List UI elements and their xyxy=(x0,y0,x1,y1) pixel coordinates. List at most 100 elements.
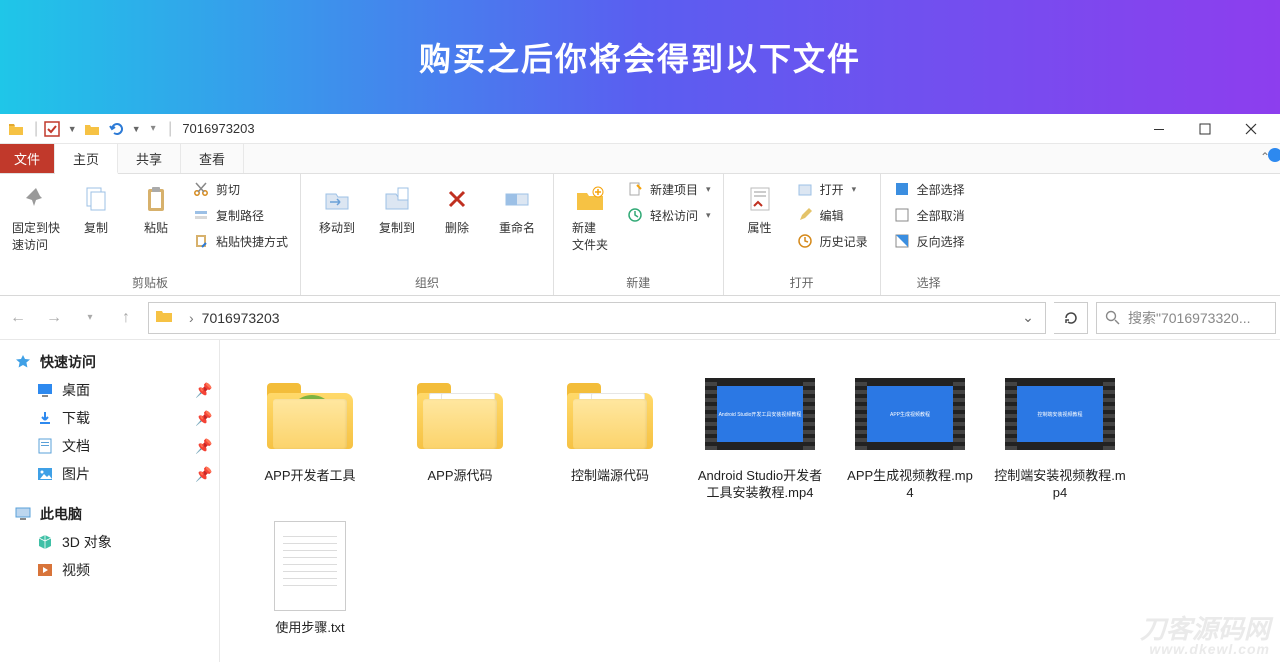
close-button[interactable] xyxy=(1228,114,1274,144)
select-none-button[interactable]: 全部取消 xyxy=(889,204,969,226)
invert-selection-button[interactable]: 反向选择 xyxy=(889,230,969,252)
file-name: APP生成视频教程.mp4 xyxy=(844,468,976,502)
edit-icon xyxy=(796,206,814,224)
refresh-button[interactable] xyxy=(1054,302,1088,334)
nav-recent-button[interactable]: ▾ xyxy=(76,304,104,332)
nav-forward-button[interactable]: → xyxy=(40,304,68,332)
file-grid[interactable]: APP开发者工具 APP源代码 控制端源代码 Android Studio开发工… xyxy=(220,340,1280,662)
group-select: 全部选择 全部取消 反向选择 选择 xyxy=(881,174,977,295)
ribbon: 固定到快 速访问 复制 粘贴 剪切 复制路径 粘贴快捷方式 剪贴板 xyxy=(0,174,1280,296)
paste-shortcut-button[interactable]: 粘贴快捷方式 xyxy=(188,230,292,252)
copy-icon xyxy=(79,182,113,216)
copy-path-button[interactable]: 复制路径 xyxy=(188,204,292,226)
select-all-button[interactable]: 全部选择 xyxy=(889,178,969,200)
star-icon xyxy=(14,353,32,371)
cut-button[interactable]: 剪切 xyxy=(188,178,292,200)
file-item[interactable]: APP开发者工具 xyxy=(240,360,380,506)
pictures-icon xyxy=(36,465,54,483)
paste-button[interactable]: 粘贴 xyxy=(128,178,184,240)
move-to-button[interactable]: 移动到 xyxy=(309,178,365,240)
pin-quick-access-button[interactable]: 固定到快 速访问 xyxy=(8,178,64,257)
titlebar-dropdown-icon[interactable]: ▼ xyxy=(66,119,78,139)
explorer-body: 快速访问 桌面 📌 下载 📌 文档 📌 图片 📌 xyxy=(0,340,1280,662)
tree-3d-objects[interactable]: 3D 对象 xyxy=(0,528,219,556)
group-label-organize: 组织 xyxy=(309,272,545,293)
search-input[interactable]: 搜索"7016973320... xyxy=(1096,302,1276,334)
rename-icon xyxy=(500,182,534,216)
easy-access-button[interactable]: 轻松访问▾ xyxy=(622,204,715,226)
properties-button[interactable]: 属性 xyxy=(732,178,788,240)
explorer-window: | ▼ ▼ ▾ | 7016973203 文件 主页 共享 查看 ⌃ xyxy=(0,114,1280,662)
tab-file[interactable]: 文件 xyxy=(0,144,55,173)
pin-icon: 📌 xyxy=(195,410,209,427)
ribbon-tabs: 文件 主页 共享 查看 ⌃ xyxy=(0,144,1280,174)
help-icon[interactable] xyxy=(1268,148,1280,162)
copy-to-button[interactable]: 复制到 xyxy=(369,178,425,240)
maximize-button[interactable] xyxy=(1182,114,1228,144)
copy-button[interactable]: 复制 xyxy=(68,178,124,240)
cube-icon xyxy=(36,533,54,551)
file-item[interactable]: 控制端安装视频教程 控制端安装视频教程.mp4 xyxy=(990,360,1130,506)
rename-button[interactable]: 重命名 xyxy=(489,178,545,240)
file-item[interactable]: 控制端源代码 xyxy=(540,360,680,506)
scissors-icon xyxy=(192,180,210,198)
new-folder-button[interactable]: 新建 文件夹 xyxy=(562,178,618,257)
text-file-icon xyxy=(274,521,346,611)
desktop-icon xyxy=(36,381,54,399)
file-item[interactable]: APP源代码 xyxy=(390,360,530,506)
pin-icon: 📌 xyxy=(195,438,209,455)
undo-dropdown-icon[interactable]: ▼ xyxy=(130,119,142,139)
tree-quick-access[interactable]: 快速访问 xyxy=(0,348,219,376)
address-dropdown-icon[interactable]: ⌄ xyxy=(1017,309,1039,326)
tree-downloads[interactable]: 下载 📌 xyxy=(0,404,219,432)
tree-videos[interactable]: 视频 xyxy=(0,556,219,584)
titlebar-sep: | xyxy=(34,120,38,138)
move-icon xyxy=(320,182,354,216)
file-item[interactable]: 使用步骤.txt xyxy=(240,512,380,641)
tree-documents[interactable]: 文档 📌 xyxy=(0,432,219,460)
downloads-icon xyxy=(36,409,54,427)
address-bar[interactable]: › 7016973203 ⌄ xyxy=(148,302,1046,334)
group-label-clipboard: 剪贴板 xyxy=(8,272,292,293)
pin-icon xyxy=(19,182,53,216)
search-icon xyxy=(1105,310,1120,325)
crumb-chevron-icon[interactable]: › xyxy=(189,310,194,326)
file-item[interactable]: Android Studio开发工具安装视频教程 Android Studio开… xyxy=(690,360,830,506)
edit-button[interactable]: 编辑 xyxy=(792,204,872,226)
checkbox-icon[interactable] xyxy=(42,119,62,139)
folder-icon xyxy=(567,379,653,449)
address-path: 7016973203 xyxy=(202,310,280,326)
paste-icon xyxy=(139,182,173,216)
nav-up-button[interactable]: ↑ xyxy=(112,304,140,332)
open-icon xyxy=(796,180,814,198)
nav-back-button[interactable]: ← xyxy=(4,304,32,332)
tree-desktop[interactable]: 桌面 📌 xyxy=(0,376,219,404)
file-name: 控制端源代码 xyxy=(571,468,649,485)
folder-icon xyxy=(417,379,503,449)
new-item-button[interactable]: 新建项目▾ xyxy=(622,178,715,200)
tree-this-pc[interactable]: 此电脑 xyxy=(0,500,219,528)
folder-icon xyxy=(267,379,353,449)
titlebar-overflow-icon[interactable]: ▾ xyxy=(146,119,160,139)
group-label-select: 选择 xyxy=(889,272,969,293)
file-name: 使用步骤.txt xyxy=(275,620,344,637)
tab-view[interactable]: 查看 xyxy=(181,144,244,173)
file-name: Android Studio开发者工具安装教程.mp4 xyxy=(694,468,826,502)
new-folder-icon xyxy=(573,182,607,216)
search-placeholder: 搜索"7016973320... xyxy=(1128,308,1251,328)
delete-icon xyxy=(440,182,474,216)
open-button[interactable]: 打开▾ xyxy=(792,178,872,200)
watermark: 刀客源码网 www.dkewl.com xyxy=(1140,616,1270,656)
tree-pictures[interactable]: 图片 📌 xyxy=(0,460,219,488)
history-button[interactable]: 历史记录 xyxy=(792,230,872,252)
history-icon xyxy=(796,232,814,250)
easy-access-icon xyxy=(626,206,644,224)
undo-icon[interactable] xyxy=(106,119,126,139)
file-item[interactable]: APP生成视频教程 APP生成视频教程.mp4 xyxy=(840,360,980,506)
delete-button[interactable]: 删除 xyxy=(429,178,485,240)
select-none-icon xyxy=(893,206,911,224)
tab-share[interactable]: 共享 xyxy=(118,144,181,173)
minimize-button[interactable] xyxy=(1136,114,1182,144)
tab-home[interactable]: 主页 xyxy=(55,144,118,174)
pin-icon: 📌 xyxy=(195,466,209,483)
